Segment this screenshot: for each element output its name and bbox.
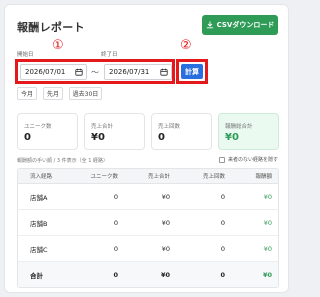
cell-unique: 0 bbox=[113, 244, 118, 253]
stat-sales-total: 売上合計 ¥0 bbox=[84, 113, 145, 150]
stat-label: 報酬総合計 bbox=[225, 124, 253, 130]
start-date-input[interactable]: 2026/07/01 bbox=[20, 64, 87, 80]
hide-empty-checkbox[interactable] bbox=[218, 156, 225, 163]
download-icon bbox=[206, 21, 213, 29]
annotation-mark-1: ① bbox=[52, 38, 64, 53]
cell-sales-count: 0 bbox=[220, 244, 225, 253]
header-unique[interactable]: ユニーク数 bbox=[88, 169, 118, 183]
cell-route: 店舗A bbox=[30, 193, 48, 202]
annotation-mark-2: ② bbox=[180, 38, 192, 53]
cell-reward: ¥0 bbox=[263, 244, 272, 253]
cell-sales-total: ¥0 bbox=[160, 271, 170, 279]
hide-empty-toggle[interactable]: 来者のない経路を隠す bbox=[218, 156, 278, 163]
cell-sales-count: 0 bbox=[220, 271, 225, 279]
cell-sales-total: ¥0 bbox=[161, 192, 170, 201]
table-row: 店舗B 0 ¥0 0 ¥0 bbox=[18, 210, 278, 236]
table-total-row: 合計 0 ¥0 0 ¥0 bbox=[18, 262, 278, 287]
stat-value: ¥0 bbox=[225, 132, 239, 143]
end-date-label: 終了日 bbox=[101, 52, 118, 58]
stat-label: 売上回数 bbox=[158, 124, 181, 130]
stat-label: ユニーク数 bbox=[24, 124, 52, 130]
preset-last-month[interactable]: 先月 bbox=[43, 87, 63, 100]
csv-download-label: CSVダウンロード bbox=[216, 21, 275, 29]
header-reward[interactable]: 報酬額 bbox=[228, 169, 272, 183]
cell-sales-count: 0 bbox=[220, 192, 225, 201]
stat-value: ¥0 bbox=[91, 132, 105, 143]
end-date-value: 2026/07/31 bbox=[109, 68, 150, 76]
table-row: 店舗C 0 ¥0 0 ¥0 bbox=[18, 236, 278, 262]
hide-empty-label: 来者のない経路を隠す bbox=[227, 157, 278, 163]
stat-label: 売上合計 bbox=[91, 124, 114, 130]
page-title: 報酬レポート bbox=[17, 21, 85, 34]
stat-value: 0 bbox=[24, 132, 31, 143]
report-card: 報酬レポート CSVダウンロード ① ② 開始日 終了日 2026/07/01 … bbox=[4, 4, 289, 293]
calculate-highlight: 計算 bbox=[176, 59, 208, 84]
calendar-icon[interactable] bbox=[75, 68, 83, 76]
header-route[interactable]: 流入経路 bbox=[30, 169, 90, 183]
stat-sales-count: 売上回数 0 bbox=[151, 113, 212, 150]
cell-reward: ¥0 bbox=[262, 271, 272, 279]
start-date-label: 開始日 bbox=[17, 52, 34, 58]
stat-unique-count: ユニーク数 0 bbox=[17, 113, 78, 150]
cell-sales-count: 0 bbox=[220, 218, 225, 227]
preset-this-month[interactable]: 今月 bbox=[17, 87, 37, 100]
table-row: 店舗A 0 ¥0 0 ¥0 bbox=[18, 184, 278, 210]
csv-download-button[interactable]: CSVダウンロード bbox=[202, 15, 278, 35]
table-header: 流入経路 ユニーク数 売上合計 売上回数 報酬額 bbox=[18, 169, 278, 184]
cell-route: 合計 bbox=[30, 272, 43, 280]
cell-route: 店舗B bbox=[30, 219, 48, 228]
date-separator: 〜 bbox=[91, 68, 99, 77]
date-range-highlight: 2026/07/01 〜 2026/07/31 bbox=[15, 59, 175, 84]
preset-last-30-days[interactable]: 過去30日 bbox=[69, 87, 102, 100]
cell-sales-total: ¥0 bbox=[161, 218, 170, 227]
stat-reward-total: 報酬総合計 ¥0 bbox=[218, 113, 279, 150]
cell-reward: ¥0 bbox=[263, 218, 272, 227]
end-date-input[interactable]: 2026/07/31 bbox=[104, 64, 172, 80]
cell-unique: 0 bbox=[113, 218, 118, 227]
table-caption: 報酬額の手い順 / 3 件表示（全 1 経路） bbox=[17, 158, 108, 164]
calendar-icon[interactable] bbox=[160, 68, 168, 76]
calculate-button[interactable]: 計算 bbox=[181, 64, 203, 79]
cell-sales-total: ¥0 bbox=[161, 244, 170, 253]
header-sales-total[interactable]: 売上合計 bbox=[128, 169, 170, 183]
cell-route: 店舗C bbox=[30, 245, 48, 254]
cell-unique: 0 bbox=[113, 192, 118, 201]
start-date-value: 2026/07/01 bbox=[25, 68, 66, 76]
header-sales-count[interactable]: 売上回数 bbox=[178, 169, 225, 183]
report-table: 流入経路 ユニーク数 売上合計 売上回数 報酬額 店舗A 0 ¥0 0 ¥0 店… bbox=[17, 168, 279, 288]
stat-value: 0 bbox=[158, 132, 165, 143]
cell-unique: 0 bbox=[113, 271, 118, 279]
cell-reward: ¥0 bbox=[263, 192, 272, 201]
